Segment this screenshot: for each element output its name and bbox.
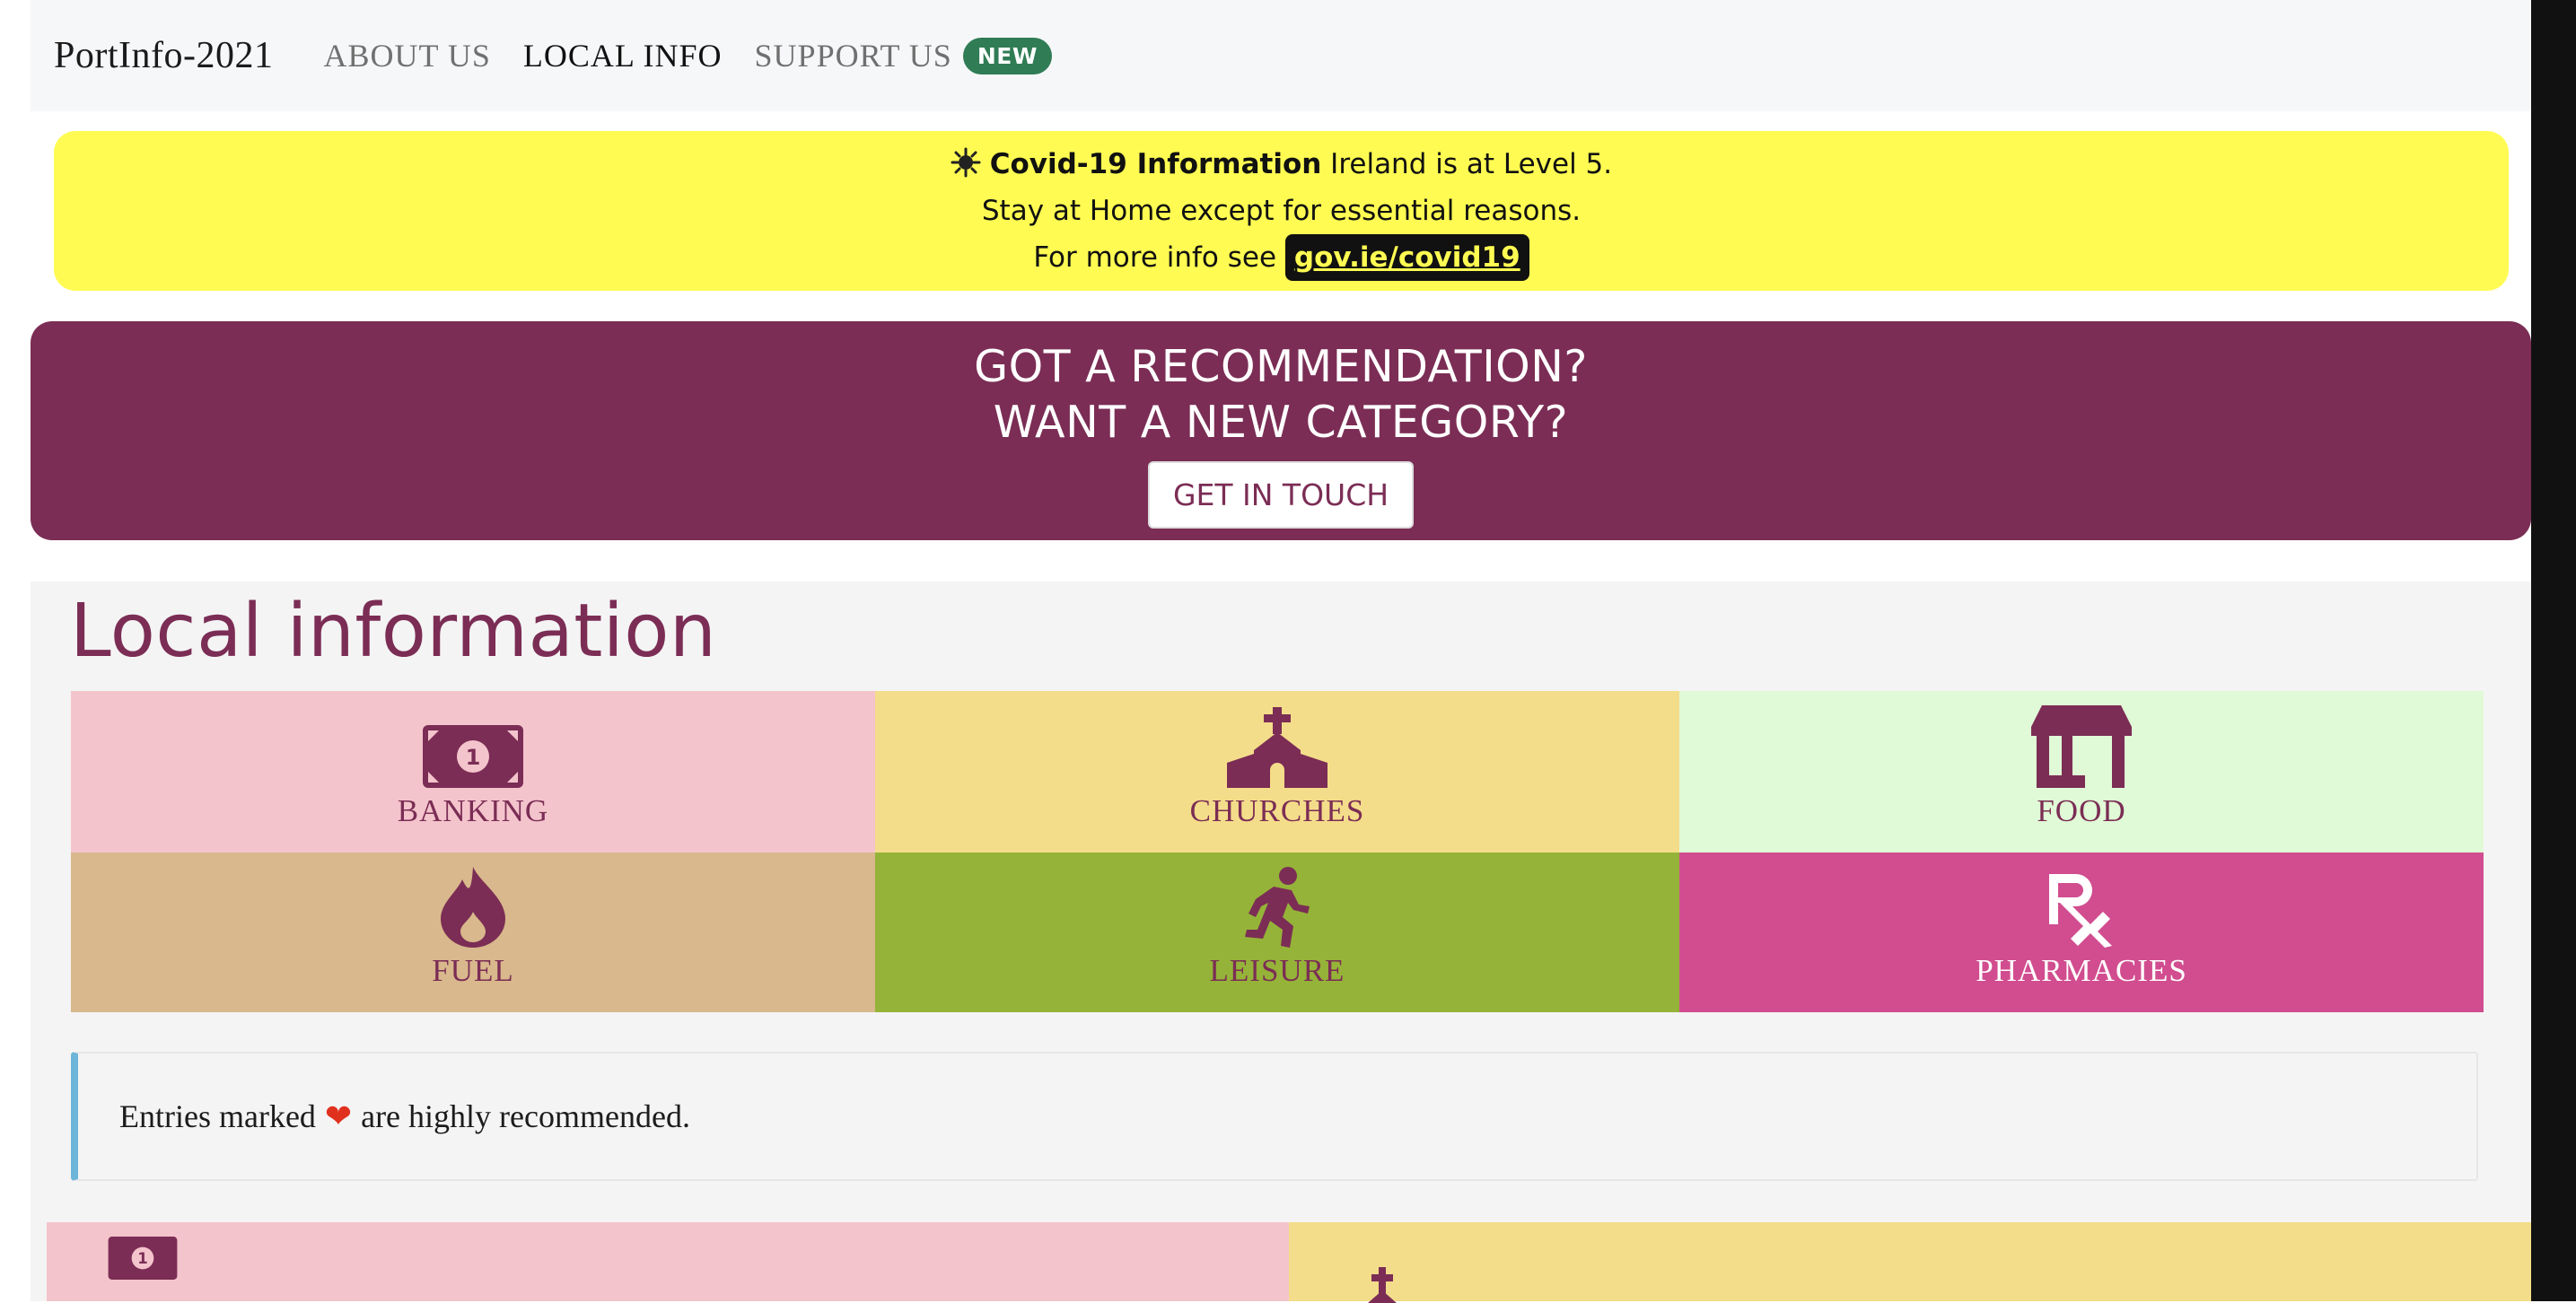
category-pharmacies[interactable]: PHARMACIES bbox=[1679, 853, 2484, 1012]
category-leisure-label: LEISURE bbox=[1209, 953, 1345, 988]
category-leisure[interactable]: LEISURE bbox=[875, 853, 1679, 1012]
category-banking-label: BANKING bbox=[397, 793, 549, 828]
category-banking[interactable]: 1 BANKING bbox=[71, 691, 875, 853]
category-grid: 1 BANKING CHURCHES FOOD FUEL LEISURE PHA… bbox=[71, 691, 2484, 1012]
covid-title: Covid-19 Information bbox=[989, 148, 1322, 180]
nav-local-info-label: LOCAL INFO bbox=[522, 38, 723, 74]
window-frame bbox=[2531, 0, 2576, 1301]
covid-gov-link[interactable]: gov.ie/covid19 bbox=[1284, 234, 1529, 281]
church-icon bbox=[1227, 707, 1327, 788]
store-icon bbox=[2031, 705, 2132, 788]
virus-icon bbox=[951, 147, 981, 178]
local-information-section: Local information 1 BANKING CHURCHES FOO… bbox=[31, 582, 2531, 1301]
churches-card[interactable] bbox=[1289, 1222, 2531, 1303]
nav-local-info[interactable]: LOCAL INFO bbox=[523, 37, 723, 74]
nav-about-us-label: ABOUT US bbox=[323, 38, 491, 74]
nav-support-us[interactable]: SUPPORT US NEW bbox=[755, 37, 1052, 74]
recommendation-heading: GOT A RECOMMENDATION? WANT A NEW CATEGOR… bbox=[974, 339, 1588, 450]
running-icon bbox=[1245, 867, 1310, 948]
covid-line-1: Covid-19 Information Ireland is at Level… bbox=[951, 141, 1612, 188]
get-in-touch-button[interactable]: GET IN TOUCH bbox=[1147, 461, 1415, 529]
category-churches-label: CHURCHES bbox=[1189, 793, 1365, 828]
covid-level-text: Ireland is at Level 5. bbox=[1330, 148, 1613, 180]
banking-card[interactable]: 1 bbox=[47, 1222, 1289, 1301]
covid-line-3: For more info see gov.ie/covid19 bbox=[1033, 234, 1529, 281]
section-title: Local information bbox=[70, 589, 717, 674]
note-suffix: are highly recommended. bbox=[361, 1098, 690, 1134]
navbar: PortInfo-2021 ABOUT US LOCAL INFO SUPPOR… bbox=[31, 0, 2531, 111]
note-prefix: Entries marked bbox=[119, 1098, 316, 1134]
recommendation-banner: GOT A RECOMMENDATION? WANT A NEW CATEGOR… bbox=[31, 321, 2531, 540]
covid-alert: Covid-19 Information Ireland is at Level… bbox=[54, 131, 2509, 291]
svg-text:1: 1 bbox=[137, 1250, 147, 1267]
heart-icon: ❤ bbox=[324, 1097, 353, 1135]
nav-links: ABOUT US LOCAL INFO SUPPORT US NEW bbox=[323, 37, 1083, 74]
fire-icon bbox=[441, 867, 505, 948]
category-food-label: FOOD bbox=[2037, 793, 2126, 828]
nav-about-us[interactable]: ABOUT US bbox=[323, 37, 490, 74]
covid-more-info-text: For more info see bbox=[1033, 241, 1277, 274]
recommendation-line-1: GOT A RECOMMENDATION? bbox=[974, 341, 1588, 392]
category-pharmacies-label: PHARMACIES bbox=[1976, 953, 2187, 988]
money-bill-icon: 1 bbox=[108, 1237, 178, 1280]
new-badge: NEW bbox=[962, 37, 1052, 74]
nav-support-us-label: SUPPORT US bbox=[754, 38, 952, 74]
svg-text:1: 1 bbox=[466, 745, 481, 770]
church-cross-icon bbox=[1368, 1267, 1397, 1303]
category-fuel[interactable]: FUEL bbox=[71, 853, 875, 1012]
brand-logo[interactable]: PortInfo-2021 bbox=[54, 34, 273, 77]
recommendation-note: Entries marked ❤ are highly recommended. bbox=[71, 1052, 2478, 1181]
category-churches[interactable]: CHURCHES bbox=[875, 691, 1679, 853]
covid-line-2: Stay at Home except for essential reason… bbox=[981, 195, 1582, 227]
prescription-icon bbox=[2049, 874, 2112, 948]
money-bill-icon: 1 bbox=[423, 725, 523, 788]
category-fuel-label: FUEL bbox=[432, 953, 514, 988]
category-food[interactable]: FOOD bbox=[1679, 691, 2484, 853]
recommendation-line-2: WANT A NEW CATEGORY? bbox=[993, 397, 1569, 448]
